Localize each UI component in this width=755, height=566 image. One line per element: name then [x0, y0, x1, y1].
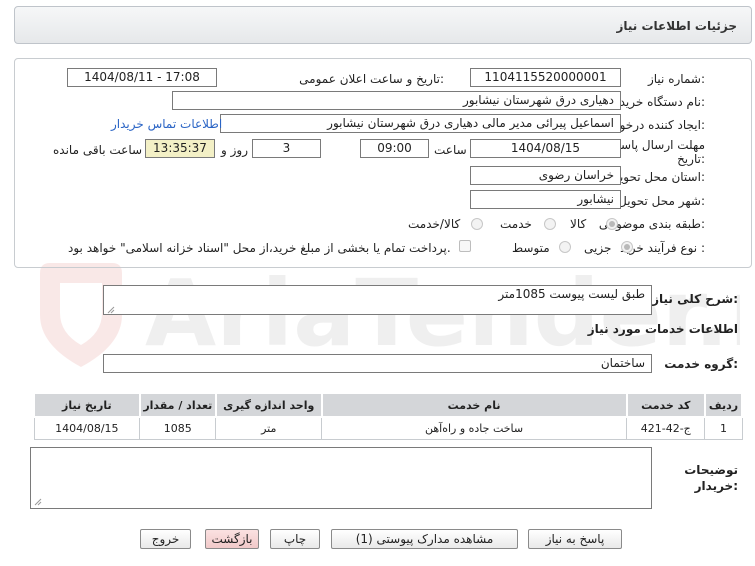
time-label: ساعت: [434, 143, 467, 157]
category-radio-goods-service[interactable]: [471, 218, 483, 230]
deadline-date-field[interactable]: 1404/08/15: [470, 139, 621, 158]
service-group-field[interactable]: ساختمان: [103, 354, 652, 373]
province-label: استان محل تحویل:: [610, 170, 705, 184]
need-details-panel: [14, 58, 752, 268]
buyer-org-label: نام دستگاه خریدار:: [610, 95, 706, 109]
cell-qty: 1085: [139, 416, 217, 440]
exit-button[interactable]: خروج: [140, 529, 191, 549]
cell-code: ج-42-421: [626, 416, 706, 440]
category-option-goods: کالا: [570, 217, 587, 231]
col-name: نام خدمت: [320, 392, 628, 418]
services-section-title: اطلاعات خدمات مورد نیاز: [587, 322, 738, 336]
print-button[interactable]: چاپ: [270, 529, 320, 549]
need-number-field[interactable]: 1104115520000001: [470, 68, 621, 87]
resize-grip-icon[interactable]: [107, 306, 115, 314]
category-option-service: خدمت: [500, 217, 532, 231]
buyer-org-field[interactable]: دهیاری درق شهرستان نیشابور: [172, 91, 621, 110]
summary-field[interactable]: طبق لیست پیوست 1085متر: [103, 285, 652, 315]
col-code: کد خدمت: [625, 392, 706, 418]
days-label: روز و: [221, 143, 248, 157]
remaining-time-field: 13:35:37: [145, 139, 215, 158]
services-table: ردیف کد خدمت نام خدمت واحد اندازه گیری ت…: [33, 392, 744, 440]
deadline-label-2: تاریخ:: [677, 152, 705, 166]
col-unit: واحد اندازه گیری: [214, 392, 323, 418]
buyer-notes-label-2: خریدار:: [694, 479, 738, 493]
cell-unit: متر: [215, 416, 323, 440]
city-field[interactable]: نیشابور: [470, 190, 621, 209]
notes-resize-grip-icon[interactable]: [34, 498, 42, 506]
remaining-label: ساعت باقی مانده: [53, 143, 143, 157]
cell-date: 1404/08/15: [33, 416, 141, 440]
table-row[interactable]: 1 ج-42-421 ساخت جاده و راه‌آهن متر 1085 …: [33, 416, 743, 440]
process-radio-medium[interactable]: [559, 241, 571, 253]
buyer-notes-field[interactable]: [30, 447, 652, 509]
view-attachments-button[interactable]: مشاهده مدارک پیوستی (1): [331, 529, 518, 549]
cell-name: ساخت جاده و راه‌آهن: [321, 416, 628, 440]
category-radio-service[interactable]: [544, 218, 556, 230]
col-date: تاریخ نیاز: [33, 392, 141, 418]
province-field[interactable]: خراسان رضوی: [470, 166, 621, 185]
service-group-label: گروه خدمت:: [664, 357, 738, 371]
requester-field[interactable]: اسماعیل پیرائی مدیر مالی دهیاری درق شهرس…: [220, 114, 621, 133]
treasury-payment-note: پرداخت تمام یا بخشی از مبلغ خرید،از محل …: [68, 241, 451, 255]
col-row: ردیف: [703, 392, 744, 418]
col-qty: تعداد / مقدار: [138, 392, 217, 418]
back-button[interactable]: بازگشت: [205, 529, 259, 549]
category-option-goods-service: کالا/خدمت: [408, 217, 461, 231]
buyer-contact-link[interactable]: اطلاعات تماس خریدار: [111, 117, 222, 131]
buyer-notes-label-1: توضیحات: [684, 463, 738, 477]
city-label: شهر محل تحویل:: [618, 194, 705, 208]
page-title: جزئیات اطلاعات نیاز: [616, 19, 737, 33]
need-number-label: شماره نیاز:: [647, 72, 705, 86]
days-field[interactable]: 3: [252, 139, 321, 158]
page-header: جزئیات اطلاعات نیاز: [14, 6, 752, 44]
process-option-minor: جزیی: [584, 241, 612, 255]
deadline-time-field[interactable]: 09:00: [360, 139, 429, 158]
summary-label: شرح کلی نیاز:: [652, 292, 738, 306]
category-radio-goods[interactable]: [606, 218, 618, 230]
treasury-payment-checkbox[interactable]: [459, 240, 471, 252]
announce-label: تاریخ و ساعت اعلان عمومی:: [299, 72, 444, 86]
summary-text: طبق لیست پیوست 1085متر: [498, 287, 645, 301]
process-option-medium: متوسط: [512, 241, 550, 255]
process-radio-minor[interactable]: [621, 241, 633, 253]
cell-row: 1: [704, 416, 743, 440]
announce-datetime-field[interactable]: 1404/08/11 - 17:08: [67, 68, 217, 87]
reply-button[interactable]: پاسخ به نیاز: [528, 529, 622, 549]
